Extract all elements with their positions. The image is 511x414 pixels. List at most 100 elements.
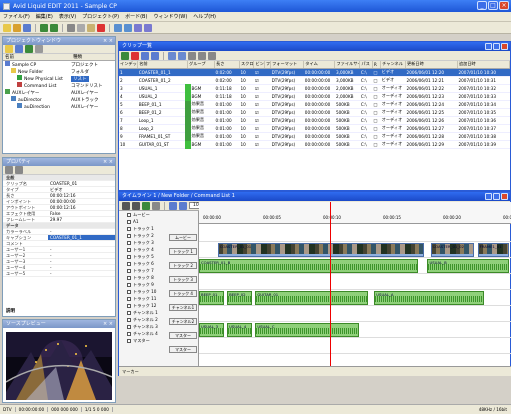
refresh-icon[interactable] — [198, 51, 206, 60]
stop-icon[interactable] — [152, 201, 160, 210]
playhead[interactable] — [330, 202, 332, 367]
close-button[interactable] — [501, 193, 508, 200]
minimize-button[interactable]: _ — [477, 1, 487, 10]
cut-icon[interactable] — [67, 23, 75, 32]
audio-clip[interactable]: GUITAR_01 — [255, 291, 368, 305]
clip-row[interactable]: 10 GUITAR_01_ST BGM 0:01:00 10 ☑ DTV(29fps) 00:… — [119, 140, 510, 149]
ripple-icon[interactable] — [179, 201, 187, 210]
col-header[interactable]: パス — [359, 61, 373, 69]
filter-icon[interactable] — [178, 51, 186, 60]
audio-clip[interactable]: BEEP_02 — [227, 291, 253, 305]
property-row[interactable]: ユーザー5- — [3, 271, 115, 277]
timeline-lane[interactable] — [199, 338, 511, 354]
col-header[interactable]: グループ — [187, 61, 216, 69]
lane-header-button[interactable]: トラック 3 — [169, 276, 197, 283]
col-header[interactable]: R — [372, 61, 382, 69]
col-header[interactable]: ファイルサイズ — [334, 61, 361, 69]
view-icon[interactable] — [168, 51, 176, 60]
timeline-lane[interactable] — [199, 274, 511, 290]
track-checkbox[interactable] — [127, 212, 131, 217]
clip-row[interactable]: 3 USUAL_1 BGM 0:11:18 10 ☑ DTV(29fps) 00:00:00:… — [119, 84, 510, 93]
maximize-button[interactable]: □ — [488, 1, 498, 10]
export-icon[interactable] — [124, 23, 132, 32]
tree-item[interactable]: New Folder フォルダ — [3, 68, 115, 75]
clip-row[interactable]: 1 COASTER_01_1 0:02:00 10 ☑ DTV(29fps) 00:00:0… — [119, 68, 510, 77]
minimize-button[interactable] — [485, 43, 492, 50]
panel-close-icon[interactable]: × × — [103, 37, 113, 45]
timeline-lane[interactable] — [199, 306, 511, 322]
tree-item[interactable]: New Physical List リスト — [3, 75, 115, 82]
audio-clip[interactable]: COASTER_01_B — [199, 259, 419, 273]
clip-row[interactable]: 9 FRAME1_01_ST 効果音 0:01:00 10 ☑ DTV(29fps) 00:0… — [119, 132, 510, 141]
menu-file[interactable]: ファイル(F) — [3, 13, 30, 20]
tree-item[interactable]: auDirector AUXトラック — [3, 96, 115, 103]
clip-row[interactable]: 7 Loop_1 効果音 0:01:00 10 ☑ DTV(29fps) 00:00:00:0… — [119, 116, 510, 125]
save-icon[interactable] — [23, 23, 31, 32]
lane-header-button[interactable]: マスター — [169, 332, 197, 339]
new-folder-icon[interactable] — [5, 45, 13, 53]
play-icon[interactable] — [142, 201, 150, 210]
export-icon[interactable] — [151, 51, 159, 60]
tree-item[interactable]: Sample CP プロジェクト — [3, 61, 115, 68]
lane-header-button[interactable]: トラック 4 — [169, 290, 197, 297]
lane-header-button[interactable]: トラック 2 — [169, 262, 197, 269]
open-folder-icon[interactable] — [13, 23, 21, 32]
panel-close-icon[interactable]: × × — [103, 158, 113, 166]
tree-item[interactable]: Command List コマンドリスト — [3, 82, 115, 89]
redo-icon[interactable] — [50, 23, 58, 32]
new-list-icon[interactable] — [15, 45, 23, 53]
delete-icon[interactable] — [131, 51, 139, 60]
audio-clip[interactable]: USUAL_4 — [227, 323, 253, 337]
track-item[interactable]: A1 — [119, 218, 198, 225]
settings-icon[interactable] — [208, 51, 216, 60]
audio-clip[interactable]: USUAL_3 — [199, 323, 225, 337]
clip-row[interactable]: 6 BEEP_01_2 効果音 0:01:00 10 ☑ DTV(29fps) 00:00:0… — [119, 108, 510, 117]
import-icon[interactable] — [114, 23, 122, 32]
lane-header-button[interactable]: チャンネル1 — [169, 304, 197, 311]
tree-item[interactable]: auDirection AUXレイヤー — [3, 103, 115, 110]
menu-project[interactable]: プロジェクト(P) — [82, 13, 119, 20]
col-name-header[interactable]: 名前 — [3, 54, 71, 60]
video-clip[interactable]: COASTER_01_02 — [430, 243, 475, 257]
col-header[interactable]: 更新日時 — [405, 61, 458, 69]
sort-icon[interactable] — [5, 166, 13, 174]
lane-header-button[interactable]: マスター — [169, 346, 197, 353]
refresh-icon[interactable] — [25, 45, 33, 53]
audio-clip[interactable]: USUAL_C — [255, 323, 359, 337]
audio-clip[interactable]: USUAL_B — [427, 259, 509, 273]
search-icon[interactable] — [35, 45, 43, 53]
delete-icon[interactable] — [97, 23, 105, 32]
clip-row[interactable]: 5 BEEP_01_1 効果音 0:01:00 10 ☑ DTV(29fps) 00:00:0… — [119, 100, 510, 109]
tree-item[interactable]: AUXレイヤー AUXレイヤー — [3, 89, 115, 96]
col-header[interactable]: スクロール — [239, 61, 255, 69]
col-type-header[interactable]: 種類 — [71, 54, 82, 60]
video-clip[interactable]: FRAME1_01 — [477, 243, 509, 257]
lane-header-button[interactable]: チャンネル2 — [169, 318, 197, 325]
menu-view[interactable]: 表示(V) — [59, 13, 76, 20]
col-header[interactable]: フォーマット — [270, 61, 305, 69]
razor-tool-icon[interactable] — [132, 201, 140, 210]
grid-icon[interactable] — [134, 23, 142, 32]
minimize-button[interactable] — [485, 193, 492, 200]
col-header[interactable]: 長さ — [214, 61, 240, 69]
col-header[interactable]: チャンネル — [380, 61, 407, 69]
audio-clip[interactable]: BEEP_01 — [199, 291, 225, 305]
track-item[interactable]: ムービー — [119, 211, 198, 218]
menu-help[interactable]: ヘルプ(H) — [193, 13, 216, 20]
timeline-ruler[interactable]: 00:00:00 00:00:05 00:00:10 00:00:15 00:00:20… — [199, 202, 511, 224]
snap-icon[interactable] — [169, 201, 177, 210]
paste-icon[interactable] — [87, 23, 95, 32]
clip-row[interactable]: 4 USUAL_2 BGM 0:11:18 10 ☑ DTV(29fps) 00:00:00:… — [119, 92, 510, 101]
panel-close-icon[interactable]: × × — [103, 320, 113, 328]
select-tool-icon[interactable] — [122, 201, 130, 210]
lane-header-button[interactable]: トラック 1 — [169, 248, 197, 255]
close-button[interactable]: × — [499, 1, 509, 10]
audio-clip[interactable]: USUAL_A — [374, 291, 484, 305]
video-clip[interactable]: COASTER_01_01 — [217, 243, 425, 257]
search-icon[interactable] — [188, 51, 196, 60]
col-header[interactable]: ファイル — [264, 61, 272, 69]
clip-row[interactable]: 8 Loop_2 効果音 0:01:00 10 ☑ DTV(29fps) 00:00:00:0… — [119, 124, 510, 133]
new-project-icon[interactable] — [3, 23, 11, 32]
col-header[interactable]: インデックス — [119, 61, 139, 69]
clip-row[interactable]: 2 COASTER_01_2 0:02:00 10 ☑ DTV(29fps) 00:00:0… — [119, 76, 510, 85]
